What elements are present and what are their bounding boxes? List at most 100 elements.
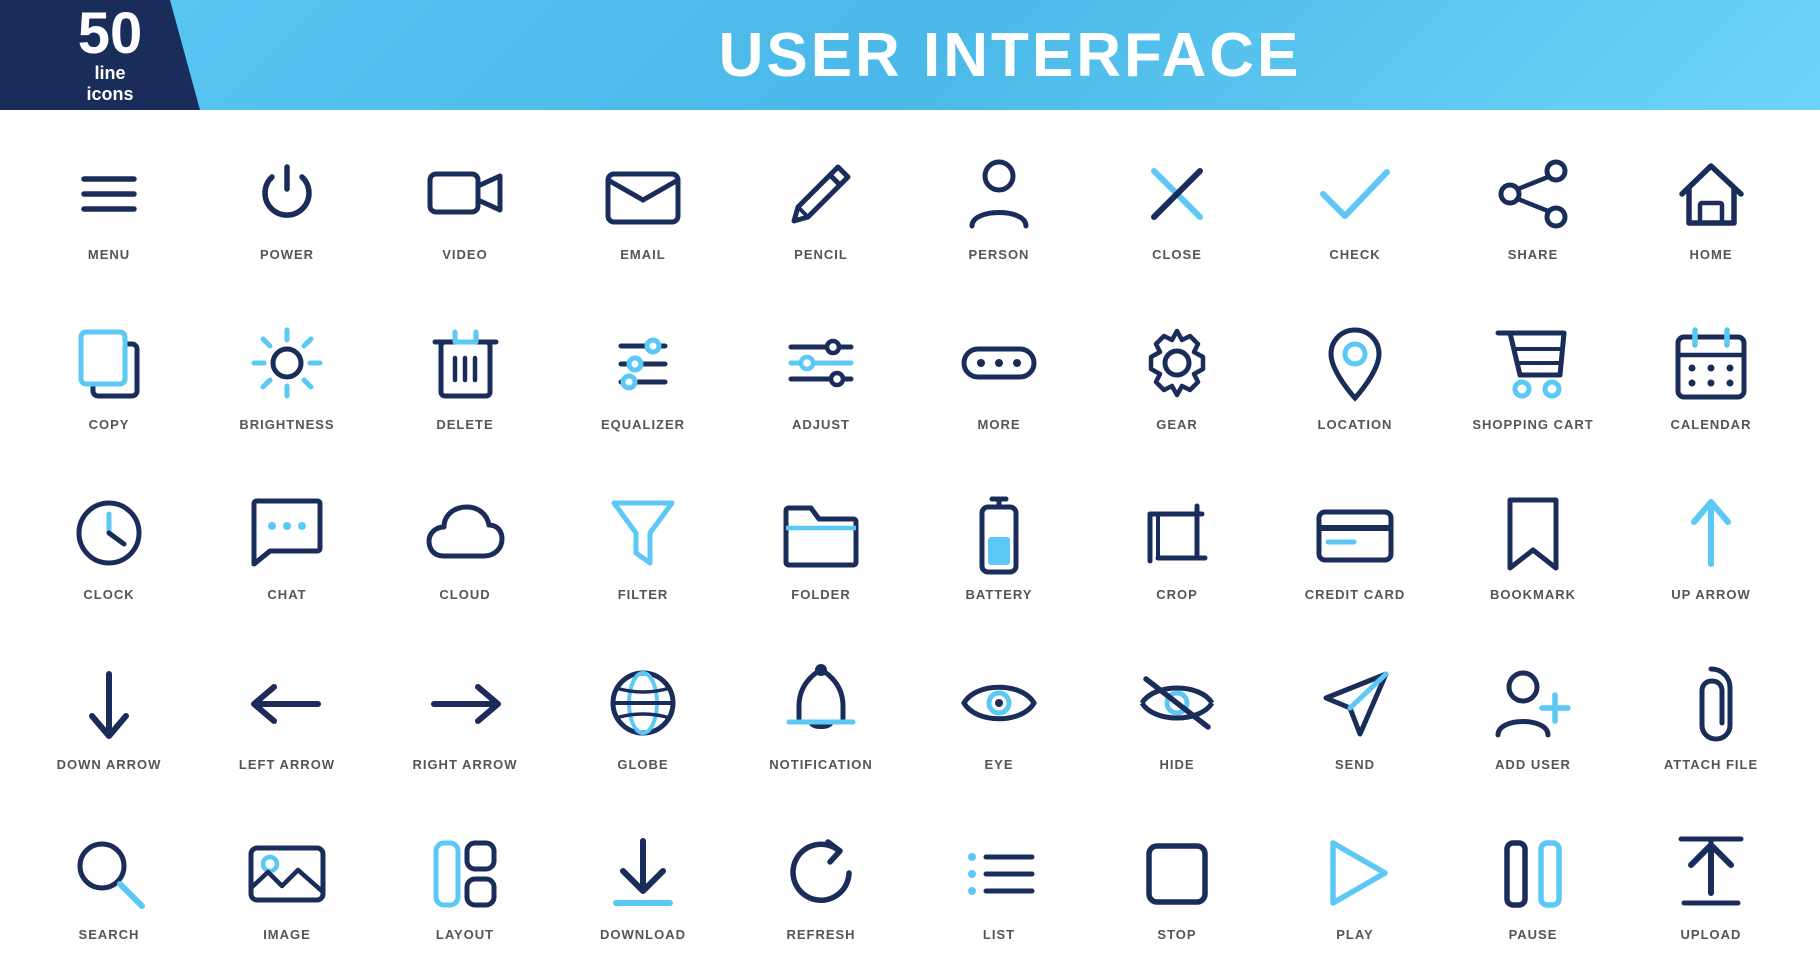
- calendar-label: CALENDAR: [1671, 417, 1752, 432]
- location-icon: [1310, 319, 1400, 409]
- clock-icon: [64, 489, 154, 579]
- battery-cell: BATTERY: [910, 460, 1088, 630]
- calendar-icon: [1666, 319, 1756, 409]
- clock-label: CLOCK: [83, 587, 134, 602]
- search-label: SEARCH: [79, 927, 140, 942]
- globe-icon: [598, 659, 688, 749]
- chat-icon: [242, 489, 332, 579]
- more-cell: MORE: [910, 290, 1088, 460]
- search-cell: SEARCH: [20, 800, 198, 970]
- gear-cell: GEAR: [1088, 290, 1266, 460]
- filter-label: FILTER: [618, 587, 669, 602]
- refresh-label: REFRESH: [786, 927, 855, 942]
- left-arrow-label: LEFT ARROW: [239, 757, 335, 772]
- layout-cell: LAYOUT: [376, 800, 554, 970]
- share-cell: SHARE: [1444, 120, 1622, 290]
- icon-count-badge: 50 line icons: [0, 0, 200, 110]
- credit-card-icon: [1310, 489, 1400, 579]
- pause-cell: PAUSE: [1444, 800, 1622, 970]
- up-arrow-icon: [1666, 489, 1756, 579]
- pencil-cell: PENCIL: [732, 120, 910, 290]
- brightness-icon: [242, 319, 332, 409]
- home-label: HOME: [1690, 247, 1733, 262]
- layout-label: LAYOUT: [436, 927, 494, 942]
- battery-label: BATTERY: [966, 587, 1033, 602]
- clock-cell: CLOCK: [20, 460, 198, 630]
- share-label: SHARE: [1508, 247, 1559, 262]
- video-icon: [420, 149, 510, 239]
- play-label: PLAY: [1336, 927, 1373, 942]
- add-user-cell: ADD USER: [1444, 630, 1622, 800]
- icons-label: icons: [86, 84, 133, 105]
- adjust-label: ADJUST: [792, 417, 850, 432]
- check-label: CHECK: [1329, 247, 1380, 262]
- hide-label: HIDE: [1159, 757, 1194, 772]
- up-arrow-label: UP ARROW: [1671, 587, 1751, 602]
- image-cell: IMAGE: [198, 800, 376, 970]
- stop-cell: STOP: [1088, 800, 1266, 970]
- stop-label: STOP: [1157, 927, 1196, 942]
- video-cell: VIDEO: [376, 120, 554, 290]
- menu-icon: [64, 149, 154, 239]
- bookmark-label: BOOKMARK: [1490, 587, 1576, 602]
- download-cell: DOWNLOAD: [554, 800, 732, 970]
- equalizer-label: EQUALIZER: [601, 417, 685, 432]
- video-label: VIDEO: [442, 247, 487, 262]
- calendar-cell: CALENDAR: [1622, 290, 1800, 460]
- send-icon: [1310, 659, 1400, 749]
- close-cell: CLOSE: [1088, 120, 1266, 290]
- download-icon: [598, 829, 688, 919]
- copy-icon: [64, 319, 154, 409]
- download-label: DOWNLOAD: [600, 927, 686, 942]
- attach-file-label: ATTACH FILE: [1664, 757, 1758, 772]
- bookmark-icon: [1488, 489, 1578, 579]
- cloud-cell: CLOUD: [376, 460, 554, 630]
- close-icon: [1132, 149, 1222, 239]
- pencil-label: PENCIL: [794, 247, 848, 262]
- upload-icon: [1666, 829, 1756, 919]
- power-cell: POWER: [198, 120, 376, 290]
- email-icon: [598, 149, 688, 239]
- crop-cell: CROP: [1088, 460, 1266, 630]
- pause-icon: [1488, 829, 1578, 919]
- line-label: line: [94, 63, 125, 84]
- image-label: IMAGE: [263, 927, 311, 942]
- person-label: PERSON: [969, 247, 1030, 262]
- attach-file-icon: [1666, 659, 1756, 749]
- share-icon: [1488, 149, 1578, 239]
- more-label: MORE: [978, 417, 1021, 432]
- more-icon: [954, 319, 1044, 409]
- person-icon: [954, 149, 1044, 239]
- eye-icon: [954, 659, 1044, 749]
- copy-label: COPY: [89, 417, 130, 432]
- refresh-icon: [776, 829, 866, 919]
- chat-cell: CHAT: [198, 460, 376, 630]
- list-label: LIST: [983, 927, 1015, 942]
- up-arrow-cell: UP ARROW: [1622, 460, 1800, 630]
- list-icon: [954, 829, 1044, 919]
- person-cell: PERSON: [910, 120, 1088, 290]
- copy-cell: COPY: [20, 290, 198, 460]
- attach-file-cell: ATTACH FILE: [1622, 630, 1800, 800]
- page-title: USER INTERFACE: [200, 20, 1820, 91]
- hide-icon: [1132, 659, 1222, 749]
- battery-icon: [954, 489, 1044, 579]
- pause-label: PAUSE: [1509, 927, 1558, 942]
- icon-count: 50: [78, 5, 143, 63]
- right-arrow-icon: [420, 659, 510, 749]
- add-user-icon: [1488, 659, 1578, 749]
- layout-icon: [420, 829, 510, 919]
- brightness-cell: BRIGHTNESS: [198, 290, 376, 460]
- globe-cell: GLOBE: [554, 630, 732, 800]
- add-user-label: ADD USER: [1495, 757, 1571, 772]
- adjust-cell: ADJUST: [732, 290, 910, 460]
- email-cell: EMAIL: [554, 120, 732, 290]
- folder-cell: FOLDER: [732, 460, 910, 630]
- gear-label: GEAR: [1156, 417, 1198, 432]
- globe-label: GLOBE: [617, 757, 668, 772]
- left-arrow-icon: [242, 659, 332, 749]
- folder-label: FOLDER: [791, 587, 850, 602]
- down-arrow-label: DOWN ARROW: [57, 757, 162, 772]
- cloud-label: CLOUD: [439, 587, 490, 602]
- shopping-cart-cell: SHOPPING CART: [1444, 290, 1622, 460]
